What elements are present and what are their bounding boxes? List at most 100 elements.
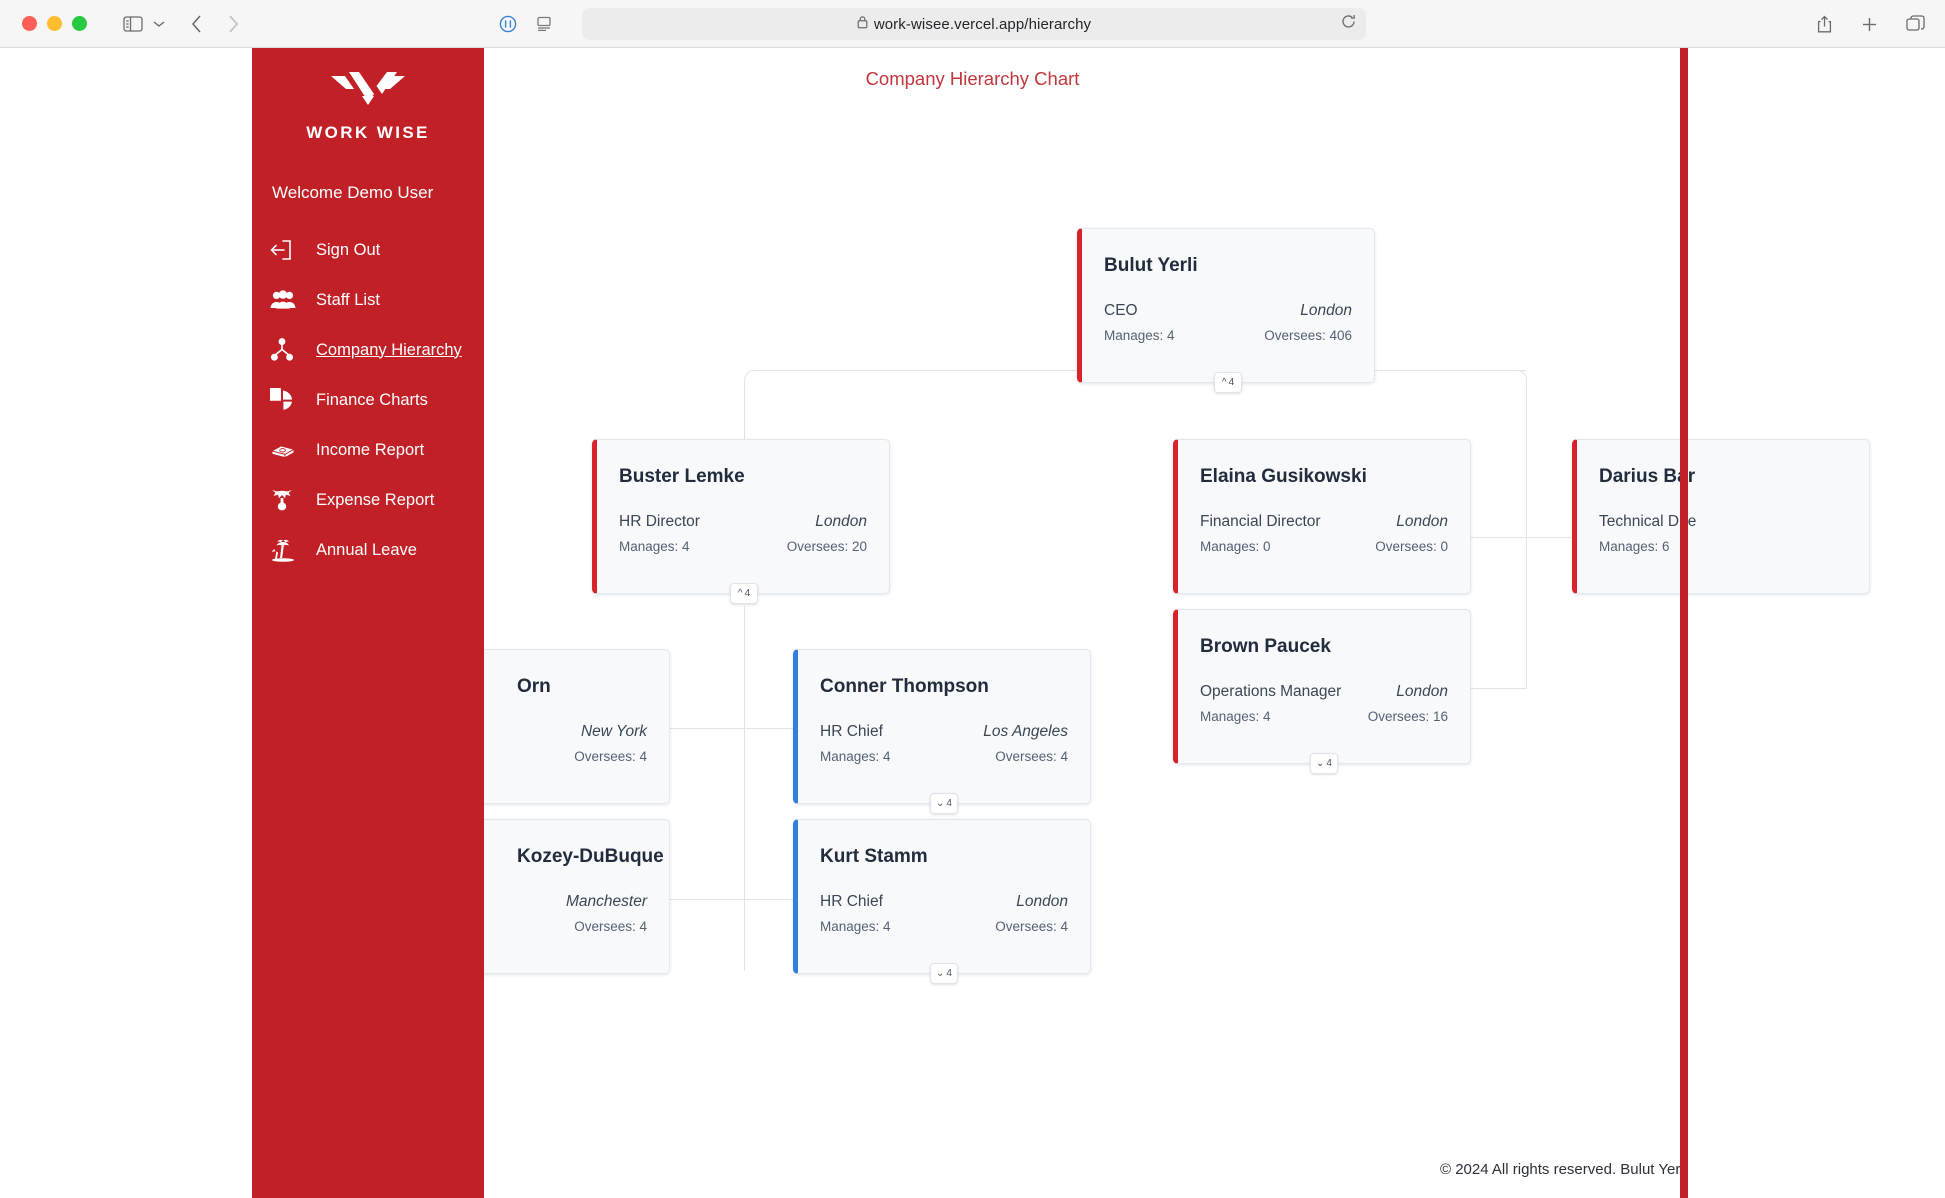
child-count: 4 — [946, 967, 952, 979]
child-count: 4 — [946, 797, 952, 809]
card-stat-row: Manages: 0 Oversees: 0 — [1200, 539, 1448, 554]
card-manages: Manages: 6 — [1599, 539, 1670, 554]
card-manages: Manages: 4 — [619, 539, 690, 554]
sidebar-item-label: Expense Report — [316, 490, 435, 509]
maximize-window-button[interactable] — [72, 16, 87, 31]
card-role-row: HR Chief Los Angeles — [820, 723, 1068, 741]
app-viewport: Company Hierarchy Chart Bulut Yerli CEO … — [0, 48, 1945, 1198]
sidebar-item-label: Company Hierarchy — [316, 340, 462, 359]
url-text: work-wisee.vercel.app/hierarchy — [873, 15, 1092, 33]
pie-chart-icon — [270, 385, 304, 415]
card-oversees: Oversees: 4 — [995, 919, 1068, 934]
card-location: New York — [580, 723, 647, 740]
connector-drop-buster — [744, 381, 745, 441]
reader-view-icon[interactable] — [535, 15, 553, 33]
connector-bus-left-elbow — [744, 370, 756, 382]
card-location: London — [1396, 513, 1448, 530]
sidebar-item-label: Sign Out — [316, 240, 381, 259]
browser-right-controls — [1816, 0, 1925, 48]
org-card-operations-manager[interactable]: Brown Paucek Operations Manager London M… — [1173, 609, 1471, 774]
org-card-ceo[interactable]: Bulut Yerli CEO London Manages: 4 Overse… — [1077, 228, 1375, 393]
card-location: London — [1016, 893, 1068, 910]
sidebar-item-company-hierarchy[interactable]: Company Hierarchy — [252, 325, 484, 375]
chevron-down-icon[interactable] — [153, 20, 165, 28]
nav-back-icon[interactable] — [191, 14, 202, 33]
card-name: Darius Bar — [1599, 466, 1696, 487]
url-bar[interactable]: work-wisee.vercel.app/hierarchy — [582, 8, 1366, 40]
sidebar-item-finance-charts[interactable]: Finance Charts — [252, 375, 484, 425]
page-info-icon[interactable] — [499, 15, 517, 33]
org-card-hr-chief-conner[interactable]: Conner Thompson HR Chief Los Angeles Man… — [793, 649, 1091, 814]
connector-branch-kurt — [744, 899, 796, 900]
card-stat-row: Manages: 4 Oversees: 20 — [619, 539, 867, 554]
expand-toggle-badge[interactable]: ⌄ 4 — [930, 793, 958, 814]
card-oversees: Oversees: 16 — [1367, 709, 1448, 724]
footer-copyright: © 2024 All rights reserved. Bulut Yerli — [1439, 1161, 1687, 1178]
minimize-window-button[interactable] — [47, 16, 62, 31]
app-sidebar: WORK WISE Welcome Demo User Sign Out Sta… — [252, 48, 484, 1198]
share-icon[interactable] — [1816, 15, 1833, 34]
sidebar-item-staff-list[interactable]: Staff List — [252, 275, 484, 325]
sidebar-toggle-icon[interactable] — [123, 15, 143, 32]
connector-branch-elaina — [1469, 537, 1527, 538]
card-role-row: Operations Manager London — [1200, 683, 1448, 701]
new-tab-icon[interactable] — [1861, 16, 1878, 33]
hierarchy-icon — [270, 335, 304, 365]
reload-icon[interactable] — [1341, 14, 1356, 34]
expense-icon — [270, 485, 304, 515]
connector-branch-darius — [1526, 537, 1571, 538]
browser-chrome: work-wisee.vercel.app/hierarchy — [0, 0, 1945, 48]
connector-branch-conner — [744, 728, 796, 729]
org-card-hr-chief-kurt[interactable]: Kurt Stamm HR Chief London Manages: 4 Ov… — [793, 819, 1091, 984]
chevron-down-icon: ⌄ — [936, 967, 945, 979]
chevron-up-icon: ^ — [737, 587, 743, 599]
chevron-down-icon: ⌄ — [1316, 757, 1325, 769]
collapse-toggle-badge[interactable]: ^ 4 — [1214, 372, 1242, 393]
money-icon — [270, 435, 304, 465]
card-oversees: Oversees: 0 — [1375, 539, 1448, 554]
right-red-rail — [1680, 48, 1688, 1198]
collapse-toggle-badge[interactable]: ^ 4 — [730, 583, 758, 604]
card-name: Buster Lemke — [619, 466, 745, 487]
card-role-row: HR Chief London — [820, 893, 1068, 911]
close-window-button[interactable] — [22, 16, 37, 31]
card-manages: Manages: 0 — [1200, 539, 1271, 554]
card-name: Bulut Yerli — [1104, 255, 1198, 276]
chevron-down-icon: ⌄ — [936, 797, 945, 809]
child-count: 4 — [1326, 757, 1332, 769]
card-stat-row: Manages: 4 Oversees: 16 — [1200, 709, 1448, 724]
card-manages: Manages: 4 — [820, 749, 891, 764]
card-oversees: Oversees: 20 — [786, 539, 867, 554]
card-name: Conner Thompson — [820, 676, 989, 697]
brand-logo[interactable]: WORK WISE — [252, 48, 484, 143]
org-card-financial-director[interactable]: Elaina Gusikowski Financial Director Lon… — [1173, 439, 1471, 594]
org-card-hr-director[interactable]: Buster Lemke HR Director London Manages:… — [592, 439, 890, 604]
card-role: HR Director — [619, 513, 700, 530]
sign-out-icon — [270, 235, 304, 265]
people-icon — [270, 285, 304, 315]
card-oversees: Oversees: 4 — [574, 749, 647, 764]
card-role-row: CEO London — [1104, 302, 1352, 320]
sidebar-item-income-report[interactable]: Income Report — [252, 425, 484, 475]
sidebar-item-expense-report[interactable]: Expense Report — [252, 475, 484, 525]
sidebar-nav: Sign Out Staff List Company Hierarchy Fi… — [252, 225, 484, 575]
tab-overview-icon[interactable] — [1906, 15, 1925, 33]
sidebar-item-sign-out[interactable]: Sign Out — [252, 225, 484, 275]
brand-wordmark: WORK WISE — [306, 123, 430, 142]
expand-toggle-badge[interactable]: ⌄ 4 — [1310, 753, 1338, 774]
card-stat-row: Manages: 6 — [1599, 539, 1847, 554]
sidebar-item-label: Annual Leave — [316, 540, 417, 559]
card-name: Elaina Gusikowski — [1200, 466, 1367, 487]
nav-forward-icon[interactable] — [228, 14, 239, 33]
sidebar-item-annual-leave[interactable]: Annual Leave — [252, 525, 484, 575]
org-card-technical-director[interactable]: Darius Bar Technical Dire Manages: 6 — [1572, 439, 1870, 594]
expand-toggle-badge[interactable]: ⌄ 4 — [930, 963, 958, 984]
card-location: London — [1300, 302, 1352, 319]
card-stat-row: Manages: 4 Oversees: 406 — [1104, 328, 1352, 343]
card-name: Brown Paucek — [1200, 636, 1331, 657]
card-role-row: Technical Dire — [1599, 513, 1847, 531]
chevron-up-icon: ^ — [1221, 376, 1227, 388]
card-name: Kurt Stamm — [820, 846, 928, 867]
card-location: London — [1396, 683, 1448, 700]
connector-branch-brown — [1469, 688, 1527, 689]
